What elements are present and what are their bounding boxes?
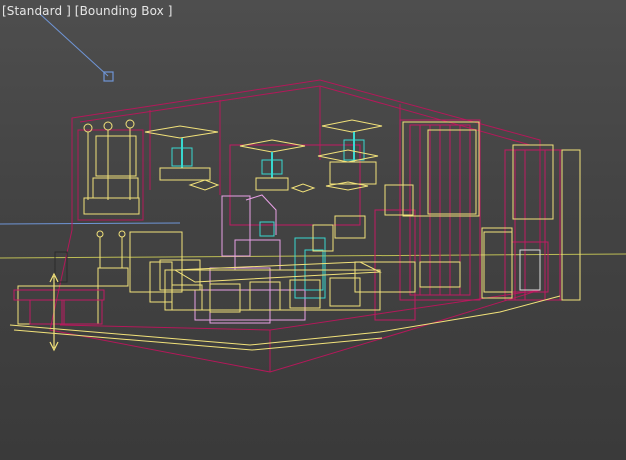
right-furniture xyxy=(483,231,549,293)
chandelier-right xyxy=(317,119,383,191)
light-target-line xyxy=(39,13,109,77)
shading-mode-menu[interactable]: [Standard ] xyxy=(2,4,71,18)
viewport-label: [Standard ] [Bounding Box ] xyxy=(2,4,173,18)
left-cabinet xyxy=(77,119,144,221)
room-boundary xyxy=(49,79,541,373)
wireframe-scene[interactable] xyxy=(0,0,626,460)
wall-frames xyxy=(384,121,581,301)
3d-viewport[interactable]: [Standard ] [Bounding Box ] xyxy=(0,0,626,460)
light-ground-line xyxy=(0,222,181,225)
display-mode-menu[interactable]: [Bounding Box ] xyxy=(75,4,173,18)
chandelier-left xyxy=(144,125,220,191)
horizon-line xyxy=(0,253,626,259)
kitchen-cluster xyxy=(159,194,326,324)
left-sofa xyxy=(13,230,126,325)
move-arrow-icon[interactable] xyxy=(49,272,59,352)
floor-slab xyxy=(9,295,561,351)
chandelier-center xyxy=(239,139,316,193)
dining-set xyxy=(97,215,461,313)
